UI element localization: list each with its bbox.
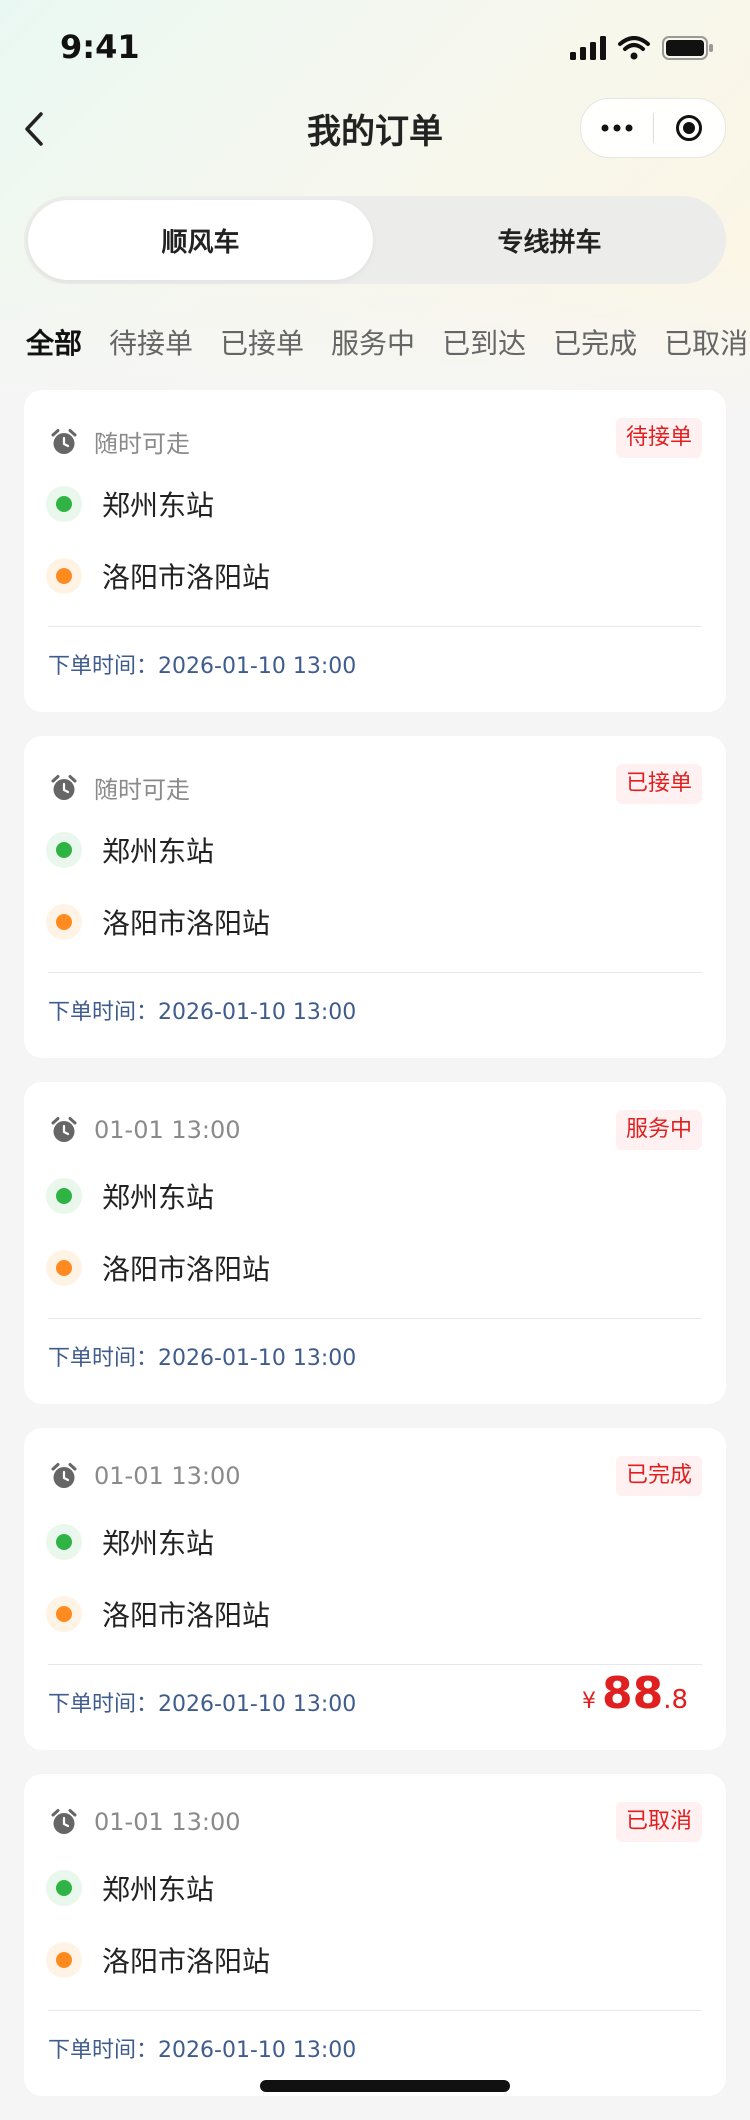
- price-integer: 88: [601, 1668, 664, 1719]
- start-station-row: 郑州东站: [46, 484, 214, 524]
- home-indicator: [260, 2080, 510, 2092]
- order-list: 随时可走 待接单 郑州东站 洛阳市洛阳站 下单时间：2026-01-10 13:…: [24, 390, 726, 2120]
- service-type-switch: 顺风车 专线拼车: [24, 196, 726, 284]
- order-card[interactable]: 01-01 13:00 已取消 郑州东站 洛阳市洛阳站 下单时间：2026-01…: [24, 1774, 726, 2096]
- start-dot-icon: [46, 486, 82, 522]
- status-badge: 服务中: [615, 1110, 702, 1150]
- tab-all[interactable]: 全部: [26, 322, 82, 362]
- end-station-row: 洛阳市洛阳站: [46, 902, 270, 942]
- order-time: 下单时间：2026-01-10 13:00: [48, 654, 357, 679]
- end-dot-icon: [46, 904, 82, 940]
- alarm-clock-icon: [51, 1117, 77, 1142]
- depart-time: 01-01 13:00: [94, 1462, 241, 1490]
- end-dot-icon: [46, 1250, 82, 1286]
- start-dot-icon: [46, 1524, 82, 1560]
- start-station: 郑州东站: [102, 835, 215, 868]
- more-button[interactable]: [581, 99, 653, 157]
- order-time: 下单时间：2026-01-10 13:00: [48, 1000, 357, 1025]
- depart-time-row: 01-01 13:00: [50, 1116, 241, 1144]
- start-station: 郑州东站: [102, 1181, 215, 1214]
- end-station: 洛阳市洛阳站: [102, 1253, 271, 1286]
- order-card[interactable]: 随时可走 已接单 郑州东站 洛阳市洛阳站 下单时间：2026-01-10 13:…: [24, 736, 726, 1058]
- end-station-row: 洛阳市洛阳站: [46, 556, 270, 596]
- status-badge: 已接单: [615, 764, 702, 804]
- start-station-row: 郑州东站: [46, 830, 214, 870]
- depart-time-row: 01-01 13:00: [50, 1808, 241, 1836]
- price-currency: ¥: [581, 1689, 596, 1714]
- depart-time-row: 随时可走: [50, 424, 190, 459]
- close-miniprogram-button[interactable]: [654, 99, 726, 157]
- end-station: 洛阳市洛阳站: [102, 561, 271, 594]
- card-divider: [48, 2010, 702, 2011]
- end-dot-icon: [46, 1596, 82, 1632]
- end-station-row: 洛阳市洛阳站: [46, 1594, 270, 1634]
- start-dot-icon: [46, 1178, 82, 1214]
- status-badge: 已完成: [615, 1456, 702, 1496]
- wifi-icon: [618, 36, 650, 60]
- start-dot-icon: [46, 832, 82, 868]
- target-circle-icon: [676, 115, 703, 141]
- order-price: ¥ 88 .8: [582, 1668, 688, 1719]
- end-station: 洛阳市洛阳站: [102, 907, 271, 940]
- start-station-row: 郑州东站: [46, 1176, 214, 1216]
- depart-time-row: 随时可走: [50, 770, 190, 805]
- status-icons: [570, 36, 714, 60]
- depart-time-row: 01-01 13:00: [50, 1462, 241, 1490]
- depart-time: 随时可走: [94, 776, 190, 804]
- start-dot-icon: [46, 1870, 82, 1906]
- end-station: 洛阳市洛阳站: [102, 1945, 271, 1978]
- order-time: 下单时间：2026-01-10 13:00: [48, 1692, 357, 1717]
- tab-cancelled[interactable]: 已取消: [664, 322, 748, 362]
- end-station: 洛阳市洛阳站: [102, 1599, 271, 1632]
- order-card[interactable]: 01-01 13:00 服务中 郑州东站 洛阳市洛阳站 下单时间：2026-01…: [24, 1082, 726, 1404]
- depart-time: 随时可走: [94, 430, 190, 458]
- tab-completed[interactable]: 已完成: [553, 322, 637, 362]
- depart-time: 01-01 13:00: [94, 1808, 241, 1836]
- battery-icon: [662, 36, 713, 60]
- status-time: 9:41: [60, 28, 140, 66]
- more-dots-icon: [601, 124, 633, 132]
- alarm-clock-icon: [51, 774, 77, 800]
- status-bar: 9:41: [0, 0, 750, 96]
- order-status-tabs: 全部 待接单 已接单 服务中 已到达 已完成 已取消: [26, 322, 748, 362]
- start-station: 郑州东站: [102, 1527, 215, 1560]
- alarm-clock-icon: [51, 1463, 77, 1488]
- tab-in-service[interactable]: 服务中: [331, 322, 415, 362]
- status-badge: 已取消: [615, 1802, 702, 1842]
- tab-pending[interactable]: 待接单: [109, 322, 193, 362]
- order-card[interactable]: 01-01 13:00 已完成 郑州东站 洛阳市洛阳站 下单时间：2026-01…: [24, 1428, 726, 1750]
- tab-accepted[interactable]: 已接单: [220, 322, 304, 362]
- order-time: 下单时间：2026-01-10 13:00: [48, 2038, 357, 2063]
- start-station: 郑州东站: [102, 489, 215, 522]
- start-station: 郑州东站: [102, 1873, 215, 1906]
- tab-arrived[interactable]: 已到达: [442, 322, 526, 362]
- price-decimal: .8: [663, 1685, 688, 1715]
- card-divider: [48, 972, 702, 973]
- signal-icon: [570, 36, 606, 60]
- card-divider: [48, 1664, 702, 1665]
- end-station-row: 洛阳市洛阳站: [46, 1248, 270, 1288]
- end-dot-icon: [46, 558, 82, 594]
- start-station-row: 郑州东站: [46, 1522, 214, 1562]
- alarm-clock-icon: [51, 1809, 77, 1834]
- alarm-clock-icon: [51, 428, 77, 454]
- end-station-row: 洛阳市洛阳站: [46, 1940, 270, 1980]
- depart-time: 01-01 13:00: [94, 1116, 241, 1144]
- mini-program-capsule: [580, 98, 726, 158]
- card-divider: [48, 1318, 702, 1319]
- start-station-row: 郑州东站: [46, 1868, 214, 1908]
- order-card[interactable]: 随时可走 待接单 郑州东站 洛阳市洛阳站 下单时间：2026-01-10 13:…: [24, 390, 726, 712]
- card-divider: [48, 626, 702, 627]
- segment-shunfengche[interactable]: 顺风车: [28, 200, 373, 280]
- order-time: 下单时间：2026-01-10 13:00: [48, 1346, 357, 1371]
- end-dot-icon: [46, 1942, 82, 1978]
- segment-zhuanxian-pinche[interactable]: 专线拼车: [377, 200, 722, 280]
- status-badge: 待接单: [615, 418, 702, 458]
- navigation-bar: 我的订单: [0, 96, 750, 162]
